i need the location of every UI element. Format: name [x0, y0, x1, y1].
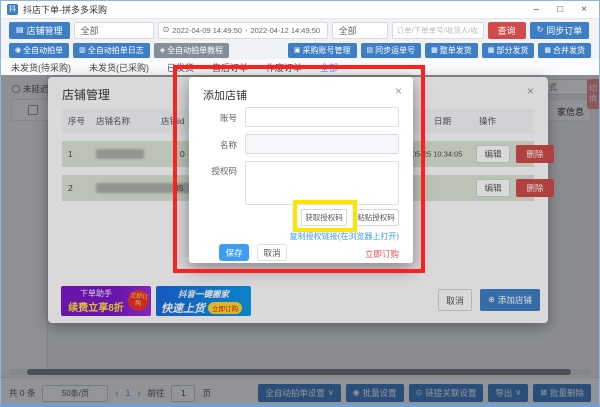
tab-voided[interactable]: 作废订单 — [266, 61, 302, 74]
date-end: 2022-04-12 14:49:50 — [250, 26, 320, 35]
auto-order-log-button[interactable]: ▥ 全自动拍单日志 — [73, 43, 150, 58]
ship-merge-button[interactable]: ▦ 合并发货 — [538, 43, 591, 58]
auth-code-label: 授权码 — [189, 165, 237, 177]
cancel-button[interactable]: 取消 — [257, 244, 287, 261]
app-icon: 抖 — [7, 4, 18, 15]
search-button[interactable]: 查询 — [488, 22, 526, 39]
get-auth-code-button[interactable]: 获取授权码 — [301, 209, 347, 226]
clock-icon: ⊙ — [163, 26, 170, 34]
auto-order-button[interactable]: ◉ 全自动拍单 — [9, 43, 69, 58]
account-icon: ▣ — [294, 47, 301, 54]
account-input[interactable] — [245, 107, 399, 127]
paste-auth-code-button[interactable]: 粘贴授权码 — [353, 209, 399, 226]
titlebar: 抖 抖店下单-拼多多采购 – □ × — [1, 1, 599, 19]
sync-orders-button[interactable]: ↻ 同步订单 — [530, 22, 590, 39]
date-start: 2022-04-09 14:49:50 — [172, 26, 242, 35]
status-filter-select[interactable]: 全部 — [332, 22, 388, 39]
maximize-button[interactable]: □ — [557, 4, 563, 15]
ship-icon: ▦ — [488, 47, 495, 54]
log-icon: ▥ — [79, 47, 86, 54]
modal-close-icon[interactable]: × — [395, 84, 402, 98]
tab-unshipped-pending[interactable]: 未发货(待采购) — [11, 61, 71, 74]
store-filter-select[interactable]: 全部 — [74, 22, 154, 39]
sync-tracking-button[interactable]: ▤ 同步运单号 — [361, 43, 422, 58]
toolbar-primary: ▤ 店铺管理 全部 ⊙ 2022-04-09 14:49:50 - 2022-0… — [1, 19, 599, 41]
date-separator: - — [245, 26, 248, 35]
tracking-icon: ▤ — [367, 47, 374, 54]
auto-order-icon: ◉ — [15, 47, 21, 54]
purchase-account-button[interactable]: ▣ 采购账号管理 — [288, 43, 357, 58]
date-range-picker[interactable]: ⊙ 2022-04-09 14:49:50 - 2022-04-12 14:49… — [158, 22, 328, 39]
search-input[interactable] — [392, 22, 484, 39]
modal-title: 添加店铺 — [203, 87, 247, 103]
copy-auth-link[interactable]: 复制授权链接(在浏览器上打开) — [290, 231, 399, 242]
name-label: 名称 — [189, 139, 237, 151]
ship-whole-button[interactable]: ▦ 整单发货 — [425, 43, 478, 58]
guide-icon: ◈ — [160, 47, 165, 54]
app-window: 抖 抖店下单-拼多多采购 – □ × ▤ 店铺管理 全部 ⊙ 2022-04-0… — [0, 0, 600, 407]
auth-code-textarea[interactable] — [245, 161, 399, 205]
order-status-tabs: 未发货(待采购) 未发货(已采购) 已发货 售后订单 作废订单 全部 — [1, 59, 599, 75]
tab-unshipped-purchased[interactable]: 未发货(已采购) — [89, 61, 149, 74]
name-input — [245, 134, 399, 154]
store-manage-button[interactable]: ▤ 店铺管理 — [9, 22, 70, 39]
ship-icon: ▦ — [544, 47, 551, 54]
order-now-link[interactable]: 立即订购 — [365, 248, 399, 260]
window-title: 抖店下单-拼多多采购 — [23, 3, 107, 16]
auto-order-guide-button[interactable]: ◈ 全自动拍单教程 — [154, 43, 229, 58]
ship-partial-button[interactable]: ▦ 部分发货 — [482, 43, 535, 58]
tab-aftersale[interactable]: 售后订单 — [212, 61, 248, 74]
minimize-button[interactable]: – — [534, 4, 540, 15]
ship-icon: ▦ — [431, 47, 438, 54]
account-label: 账号 — [189, 112, 237, 124]
shop-icon: ▤ — [16, 26, 24, 34]
add-store-modal: 添加店铺 × 账号 名称 授权码 获取授权码 粘贴授权码 复制授权链接(在浏览器… — [189, 77, 413, 263]
tab-all[interactable]: 全部 — [320, 61, 338, 74]
refresh-icon: ↻ — [537, 26, 544, 34]
close-button[interactable]: × — [581, 4, 587, 15]
toolbar-secondary: ◉ 全自动拍单 ▥ 全自动拍单日志 ◈ 全自动拍单教程 ▣ 采购账号管理 ▤ 同… — [1, 41, 599, 59]
save-button[interactable]: 保存 — [219, 244, 249, 261]
tab-shipped[interactable]: 已发货 — [167, 61, 194, 74]
